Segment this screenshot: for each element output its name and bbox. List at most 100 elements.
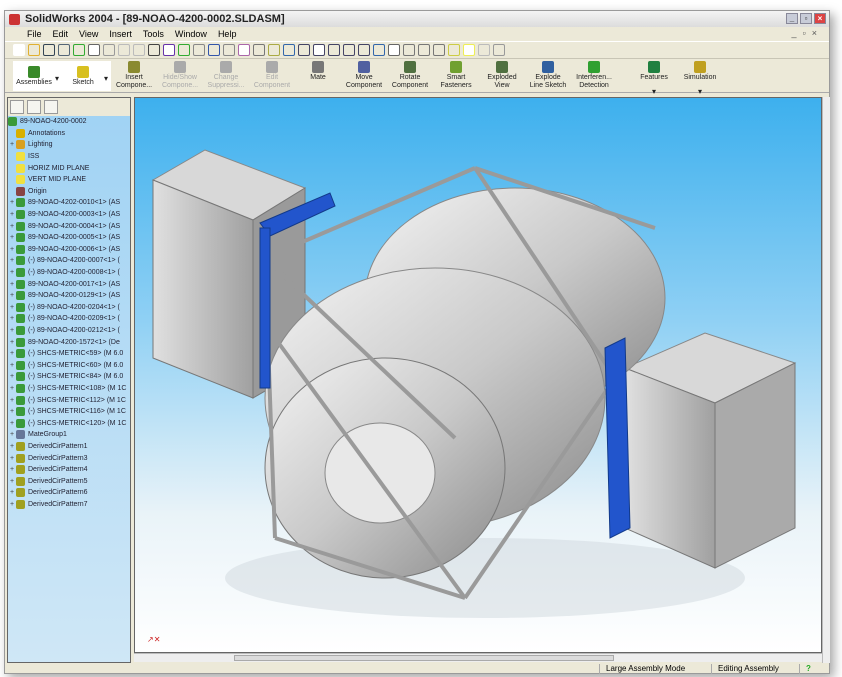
cmd-features[interactable]: Features ▾ [631, 61, 677, 96]
menu-edit[interactable]: Edit [53, 29, 69, 39]
expand-toggle[interactable]: + [8, 373, 16, 380]
tree-item[interactable]: + DerivedCirPattern7 [8, 499, 130, 511]
tree-item[interactable]: + DerivedCirPattern1 [8, 441, 130, 453]
toolbar-icon-14[interactable] [223, 44, 235, 56]
tree-item[interactable]: + MateGroup1 [8, 429, 130, 441]
tree-item[interactable]: + Lighting [8, 139, 130, 151]
expand-toggle[interactable]: + [8, 292, 16, 299]
tree-item[interactable]: + (-) 89-NOAO-4200-0007<1> ( [8, 255, 130, 267]
toolbar-icon-5[interactable] [88, 44, 100, 56]
expand-toggle[interactable]: + [8, 269, 16, 276]
cmd-smart-fasteners[interactable]: Smart Fasteners [433, 61, 479, 90]
menu-file[interactable]: File [27, 29, 42, 39]
expand-toggle[interactable]: + [8, 408, 16, 415]
menu-insert[interactable]: Insert [109, 29, 132, 39]
vertical-scrollbar[interactable] [822, 97, 830, 663]
toolbar-icon-29[interactable] [448, 44, 460, 56]
cmd-assemblies[interactable]: Assemblies ▾ [13, 61, 63, 91]
expand-toggle[interactable]: + [8, 501, 16, 508]
tree-item[interactable]: +89-NOAO-4200-1572<1> (De [8, 336, 130, 348]
expand-toggle[interactable]: + [8, 315, 16, 322]
toolbar-icon-18[interactable] [283, 44, 295, 56]
tree-item[interactable]: + (-) SHCS-METRIC<84> (M 6.0 [8, 371, 130, 383]
toolbar-icon-15[interactable] [238, 44, 250, 56]
expand-toggle[interactable]: + [8, 141, 16, 148]
toolbar-icon-24[interactable] [373, 44, 385, 56]
expand-toggle[interactable]: + [8, 234, 16, 241]
document-window-controls[interactable]: _▫× [792, 28, 823, 38]
dropdown-arrow-icon[interactable]: ▾ [652, 88, 656, 96]
tree-item[interactable]: + DerivedCirPattern3 [8, 452, 130, 464]
toolbar-icon-1[interactable] [28, 44, 40, 56]
expand-toggle[interactable]: + [8, 246, 16, 253]
menu-tools[interactable]: Tools [143, 29, 164, 39]
tree-item[interactable]: +89-NOAO-4200-0005<1> (AS [8, 232, 130, 244]
tree-item[interactable]: + (-) SHCS-METRIC<60> (M 6.0 [8, 359, 130, 371]
toolbar-icon-23[interactable] [358, 44, 370, 56]
tree-item[interactable]: + (-) 89-NOAO-4200-0212<1> ( [8, 325, 130, 337]
toolbar-icon-22[interactable] [343, 44, 355, 56]
cmd-move-component[interactable]: Move Component [341, 61, 387, 90]
toolbar-icon-6[interactable] [103, 44, 115, 56]
tree-item[interactable]: +89-NOAO-4200-0006<1> (AS [8, 244, 130, 256]
minimize-button[interactable]: _ [786, 13, 798, 24]
dropdown-arrow-icon[interactable]: ▾ [104, 75, 108, 83]
dropdown-arrow-icon[interactable]: ▾ [55, 75, 59, 83]
expand-toggle[interactable]: + [8, 257, 16, 264]
expand-toggle[interactable]: + [8, 350, 16, 357]
property-manager-tab-icon[interactable] [27, 100, 41, 114]
toolbar-icon-31[interactable] [478, 44, 490, 56]
close-button[interactable]: × [814, 13, 826, 24]
tree-item[interactable]: + (-) 89-NOAO-4200-0204<1> ( [8, 302, 130, 314]
toolbar-icon-20[interactable] [313, 44, 325, 56]
toolbar-icon-3[interactable] [58, 44, 70, 56]
expand-toggle[interactable]: + [8, 466, 16, 473]
toolbar-icon-9[interactable] [148, 44, 160, 56]
expand-toggle[interactable]: + [8, 211, 16, 218]
cmd-mate[interactable]: Mate [295, 61, 341, 82]
expand-toggle[interactable]: + [8, 443, 16, 450]
configuration-manager-tab-icon[interactable] [44, 100, 58, 114]
help-icon[interactable]: ? [799, 663, 829, 674]
feature-manager-tab-icon[interactable] [10, 100, 24, 114]
expand-toggle[interactable]: + [8, 385, 16, 392]
cmd-exploded-view[interactable]: Exploded View [479, 61, 525, 90]
cmd-edit-component[interactable]: Edit Component [249, 61, 295, 90]
toolbar-icon-7[interactable] [118, 44, 130, 56]
expand-toggle[interactable]: + [8, 199, 16, 206]
tree-item[interactable]: +89-NOAO-4200-0004<1> (AS [8, 220, 130, 232]
cmd-sketch[interactable]: Sketch ▾ [62, 61, 112, 91]
toolbar-icon-30[interactable] [463, 44, 475, 56]
cmd-insert-compone[interactable]: Insert Compone... [111, 61, 157, 90]
expand-toggle[interactable]: + [8, 455, 16, 462]
toolbar-icon-26[interactable] [403, 44, 415, 56]
toolbar-icon-27[interactable] [418, 44, 430, 56]
expand-toggle[interactable]: + [8, 362, 16, 369]
expand-toggle[interactable]: + [8, 223, 16, 230]
cmd-explode-line-sketch[interactable]: Explode Line Sketch [525, 61, 571, 90]
expand-toggle[interactable]: + [8, 281, 16, 288]
cmd-simulation[interactable]: Simulation ▾ [677, 61, 723, 96]
horizontal-scrollbar[interactable] [134, 653, 822, 662]
tree-item[interactable]: + (-) SHCS-METRIC<59> (M 6.0 [8, 348, 130, 360]
tree-item[interactable]: + (-) SHCS-METRIC<116> (M 1C [8, 406, 130, 418]
horizontal-scroll-thumb[interactable] [234, 655, 614, 661]
cmd-rotate-component[interactable]: Rotate Component [387, 61, 433, 90]
toolbar-icon-17[interactable] [268, 44, 280, 56]
expand-toggle[interactable]: + [8, 304, 16, 311]
tree-item[interactable]: Origin [8, 186, 130, 198]
tree-item[interactable]: + (-) SHCS-METRIC<112> (M 1C [8, 394, 130, 406]
tree-item[interactable]: +89-NOAO-4200-0017<1> (AS [8, 278, 130, 290]
cmd-interferen-detection[interactable]: Interferen... Detection [571, 61, 617, 90]
expand-toggle[interactable]: + [8, 478, 16, 485]
tree-item[interactable]: +89-NOAO-4200-0129<1> (AS [8, 290, 130, 302]
menu-view[interactable]: View [79, 29, 98, 39]
toolbar-icon-4[interactable] [73, 44, 85, 56]
cmd-hide-show-compone[interactable]: Hide/Show Compone... [157, 61, 203, 90]
tree-item[interactable]: + DerivedCirPattern4 [8, 464, 130, 476]
toolbar-icon-8[interactable] [133, 44, 145, 56]
tree-item[interactable]: Annotations [8, 128, 130, 140]
tree-item[interactable]: +89-NOAO-4202-0010<1> (AS [8, 197, 130, 209]
tree-item[interactable]: + DerivedCirPattern5 [8, 475, 130, 487]
tree-item[interactable]: + (-) SHCS-METRIC<108> (M 1C [8, 383, 130, 395]
